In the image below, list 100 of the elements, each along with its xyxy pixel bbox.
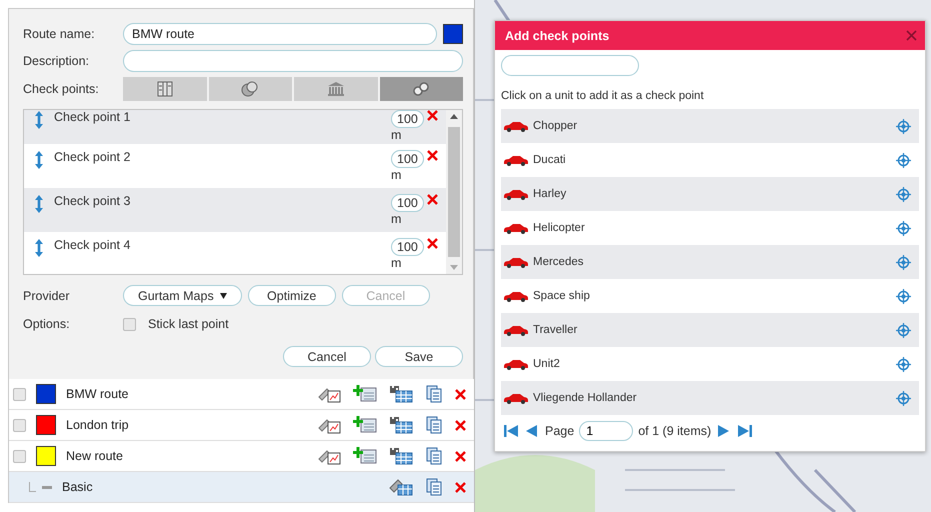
delete-icon[interactable] (455, 450, 466, 462)
crosshair-icon[interactable] (896, 322, 911, 338)
columns-icon (156, 81, 173, 97)
checkbox[interactable] (13, 418, 26, 432)
dialog-title: Add check points (505, 28, 610, 42)
unit-row[interactable]: Traveller (501, 313, 919, 347)
delete-icon[interactable] (427, 194, 438, 205)
checkpoint-type-tab[interactable] (294, 77, 378, 101)
checkbox[interactable] (13, 450, 26, 462)
checkpoint-type-tab[interactable] (208, 77, 292, 101)
add-list-icon[interactable] (353, 447, 377, 465)
scrollbar[interactable] (446, 110, 462, 274)
delete-icon[interactable] (455, 388, 466, 400)
up-down-arrow-icon[interactable] (34, 110, 44, 130)
delete-icon[interactable] (427, 110, 438, 121)
provider-dropdown[interactable]: Gurtam Maps (123, 285, 242, 306)
crosshair-icon[interactable] (896, 356, 911, 372)
car-icon (503, 290, 529, 302)
unit-row[interactable]: Mercedes (501, 245, 919, 279)
checkpoint-type-tab[interactable] (380, 77, 463, 101)
radius-field[interactable]: 100 (391, 110, 424, 128)
action-button[interactable]: Cancel (283, 346, 371, 367)
description-field[interactable] (123, 50, 463, 72)
crosshair-icon[interactable] (896, 288, 911, 304)
car-icon (503, 222, 529, 234)
unit-name: Space ship (533, 290, 591, 302)
radius-field[interactable]: 100 (391, 194, 424, 212)
previous-page-icon[interactable] (524, 425, 540, 437)
caret-icon (220, 292, 227, 298)
page-label: Page (545, 424, 574, 438)
crosshair-icon[interactable] (896, 254, 911, 270)
building-icon (326, 81, 345, 97)
unit-row[interactable]: Vliegende Hollander (501, 381, 919, 415)
route-name: BMW route (66, 387, 130, 401)
link-icon (412, 81, 430, 97)
field-label: Options: (23, 317, 71, 331)
copy-icon[interactable] (425, 385, 443, 403)
flag-table-icon[interactable] (389, 385, 413, 403)
tree-branch-icon (29, 482, 36, 492)
crosshair-icon[interactable] (896, 118, 911, 134)
copy-icon[interactable] (425, 478, 443, 496)
route-subrow[interactable]: Basic (9, 472, 474, 503)
close-icon[interactable] (906, 30, 917, 41)
checkpoint-name: Check point 2 (53, 150, 132, 166)
up-down-arrow-icon[interactable] (34, 150, 44, 170)
unit-name: Harley (533, 188, 568, 200)
delete-icon[interactable] (455, 420, 466, 430)
route-name-field[interactable]: BMW route (123, 23, 437, 45)
delete-icon[interactable] (427, 238, 438, 249)
scroll-down-icon[interactable] (450, 265, 458, 270)
unit-label: m (391, 168, 402, 182)
checkpoint-type-tab[interactable] (123, 77, 206, 101)
action-button[interactable]: Save (375, 346, 463, 367)
radius-field[interactable]: 100 (391, 238, 424, 256)
scroll-up-icon[interactable] (450, 114, 458, 119)
unit-name: Helicopter (533, 222, 586, 234)
route-color-swatch[interactable] (36, 384, 56, 404)
search-field[interactable] (501, 55, 639, 76)
copy-icon[interactable] (425, 416, 443, 434)
checkpoint-row[interactable]: Check point 3 100 m (24, 188, 446, 232)
checkpoint-row[interactable]: Check point 1 100 m (24, 110, 446, 144)
unit-name: Traveller (533, 324, 578, 336)
unit-row[interactable]: Harley (501, 177, 919, 211)
field-label: Description: (23, 54, 90, 68)
route-color-swatch[interactable] (36, 446, 56, 466)
crosshair-icon[interactable] (896, 390, 911, 406)
last-page-icon[interactable] (737, 425, 754, 437)
field-label: Check points: (23, 82, 100, 96)
radius-field[interactable]: 100 (391, 150, 424, 168)
action-button[interactable]: Optimize (248, 285, 336, 306)
route-name: London trip (66, 418, 130, 432)
flag-table-icon[interactable] (389, 416, 413, 434)
add-list-icon[interactable] (353, 416, 377, 434)
car-icon (503, 392, 529, 404)
flag-table-icon[interactable] (389, 447, 413, 465)
circles-icon (241, 81, 260, 97)
route-color-swatch[interactable] (443, 24, 463, 44)
add-list-icon[interactable] (353, 385, 377, 403)
checkbox-label: Stick last point (148, 317, 229, 331)
car-icon (503, 120, 529, 132)
unit-row[interactable]: Chopper (501, 109, 919, 143)
route-color-swatch[interactable] (36, 415, 56, 435)
car-icon (503, 358, 529, 370)
page-total: of 1 (9 items) (638, 424, 712, 438)
first-page-icon[interactable] (503, 425, 519, 437)
copy-icon[interactable] (425, 447, 443, 465)
crosshair-icon[interactable] (896, 220, 911, 236)
delete-icon[interactable] (455, 482, 466, 492)
crosshair-icon[interactable] (896, 186, 911, 202)
up-down-arrow-icon[interactable] (34, 238, 44, 258)
route-name: New route (66, 449, 124, 463)
crosshair-icon[interactable] (896, 152, 911, 168)
unit-name: Ducati (533, 154, 567, 166)
checkbox[interactable] (123, 318, 136, 330)
checkbox[interactable] (13, 388, 26, 400)
delete-icon[interactable] (427, 150, 438, 161)
wrench-table-icon[interactable] (389, 478, 413, 496)
car-icon (503, 154, 529, 166)
up-down-arrow-icon[interactable] (34, 194, 44, 214)
page-field[interactable]: 1 (579, 421, 634, 441)
